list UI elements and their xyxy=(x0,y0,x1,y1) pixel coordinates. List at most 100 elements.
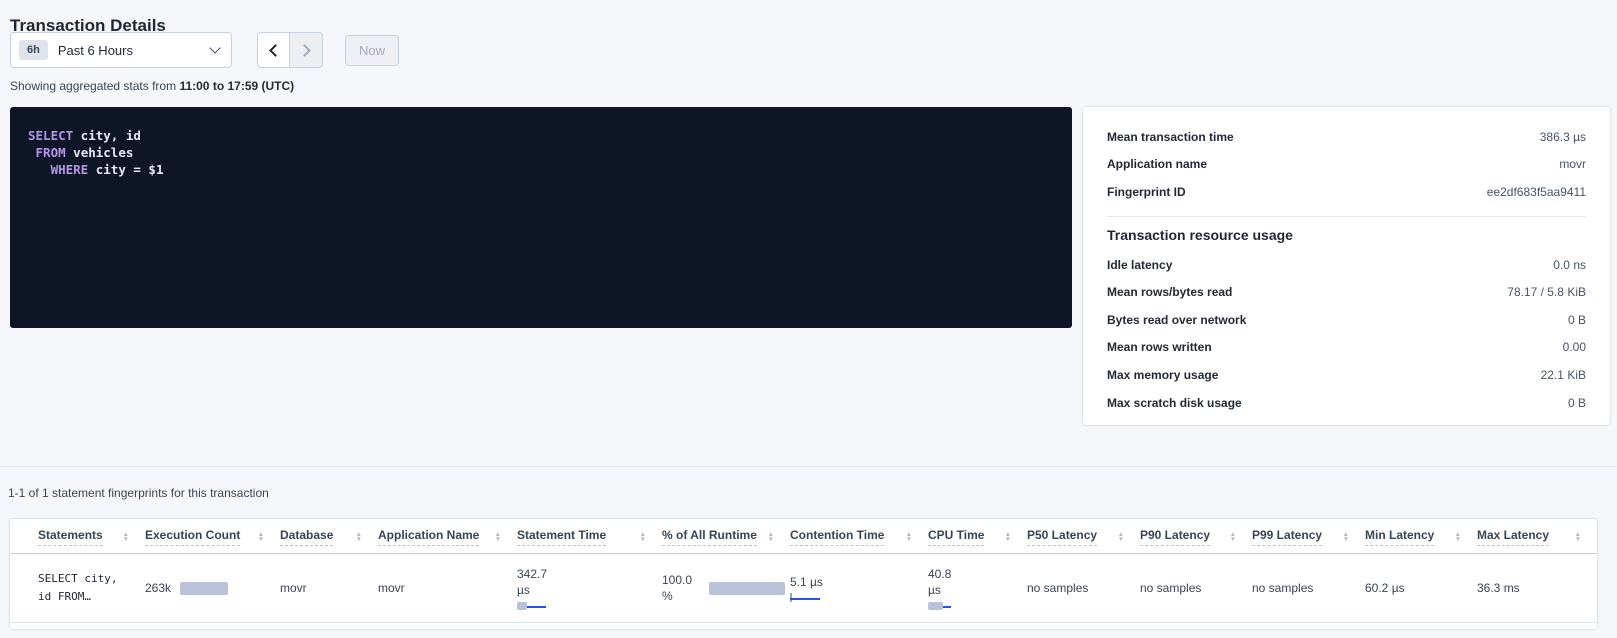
sort-icon[interactable]: ▲▼ xyxy=(1575,532,1581,542)
sort-icon[interactable]: ▲▼ xyxy=(906,532,912,542)
cpu-time-bar xyxy=(928,601,1027,610)
column-header-statements[interactable]: Statements xyxy=(38,528,103,546)
overview-label: Fingerprint ID xyxy=(1107,185,1186,199)
overview-value: ee2df683f5aa9411 xyxy=(1487,185,1586,199)
resource-label: Bytes read over network xyxy=(1107,313,1246,327)
resource-label: Idle latency xyxy=(1107,258,1172,272)
sql-text: vehicles xyxy=(66,145,134,160)
now-button[interactable]: Now xyxy=(345,35,399,66)
overview-row: Mean transaction time 386.3 µs xyxy=(1107,123,1586,151)
overview-label: Application name xyxy=(1107,157,1207,171)
time-picker: 6h Past 6 Hours Now xyxy=(10,32,399,68)
sort-icon[interactable]: ▲▼ xyxy=(1005,532,1011,542)
resource-value: 78.17 / 5.8 KiB xyxy=(1507,285,1586,299)
overview-row: Application name movr xyxy=(1107,151,1586,179)
sql-text: city, id xyxy=(73,128,141,143)
next-range-button[interactable] xyxy=(290,32,323,68)
resource-label: Max memory usage xyxy=(1107,368,1218,382)
time-range-label: Past 6 Hours xyxy=(58,43,211,58)
sort-icon[interactable]: ▲▼ xyxy=(123,532,129,542)
sql-keyword: SELECT xyxy=(28,128,73,143)
resource-row: Max scratch disk usage 0 B xyxy=(1107,389,1586,417)
resource-row: Mean rows written 0.00 xyxy=(1107,334,1586,362)
resource-row: Max memory usage 22.1 KiB xyxy=(1107,361,1586,389)
column-header-statement-time[interactable]: Statement Time xyxy=(517,528,606,546)
pct-runtime-value: 100.0 % xyxy=(662,572,700,604)
sort-icon[interactable]: ▲▼ xyxy=(1118,532,1124,542)
contention-time-value: 5.1 µs xyxy=(790,574,928,590)
max-latency-value: 36.3 ms xyxy=(1477,581,1520,595)
chevron-right-icon xyxy=(298,44,311,57)
column-header-p99-latency[interactable]: P99 Latency xyxy=(1252,528,1322,546)
aggregated-stats-caption: Showing aggregated stats from 11:00 to 1… xyxy=(10,79,294,93)
divider xyxy=(0,466,1617,467)
sort-icon[interactable]: ▲▼ xyxy=(1343,532,1349,542)
resource-row: Idle latency 0.0 ns xyxy=(1107,251,1586,279)
column-header-contention-time[interactable]: Contention Time xyxy=(790,528,884,546)
resource-label: Mean rows written xyxy=(1107,340,1212,354)
p90-latency-value: no samples xyxy=(1140,581,1201,595)
execution-count-bar xyxy=(180,582,228,595)
sql-keyword: FROM xyxy=(28,145,66,160)
execution-count-value: 263k xyxy=(145,581,171,595)
resource-value: 0.00 xyxy=(1563,340,1586,354)
overview-value: movr xyxy=(1559,157,1586,171)
p50-latency-value: no samples xyxy=(1027,581,1088,595)
statements-table: Statements ▲▼ Execution Count ▲▼ Database ▲… xyxy=(10,519,1597,623)
p99-latency-value: no samples xyxy=(1252,581,1313,595)
resource-row: Mean rows/bytes read 78.17 / 5.8 KiB xyxy=(1107,278,1586,306)
pct-runtime-bar xyxy=(709,582,785,595)
caption-range: 11:00 to 17:59 (UTC) xyxy=(179,79,294,93)
cpu-time-value: 40.8 µs xyxy=(928,566,966,598)
sql-fingerprint-box: SELECT city, id FROM vehicles WHERE city… xyxy=(10,107,1072,328)
divider xyxy=(1107,216,1586,217)
transaction-overview-panel: Mean transaction time 386.3 µs Applicati… xyxy=(1083,107,1610,425)
time-range-badge: 6h xyxy=(19,40,48,60)
overview-value: 386.3 µs xyxy=(1540,130,1586,144)
resource-value: 0 B xyxy=(1568,313,1586,327)
column-header-p50-latency[interactable]: P50 Latency xyxy=(1027,528,1097,546)
chevron-down-icon xyxy=(209,42,220,53)
resource-label: Max scratch disk usage xyxy=(1107,396,1242,410)
overview-label: Mean transaction time xyxy=(1107,130,1234,144)
resource-value: 0.0 ns xyxy=(1553,258,1586,272)
sort-icon[interactable]: ▲▼ xyxy=(495,532,501,542)
caption-prefix: Showing aggregated stats from xyxy=(10,79,176,93)
statement-time-bar xyxy=(517,601,662,610)
column-header-execution-count[interactable]: Execution Count xyxy=(145,528,240,546)
table-row: SELECT city, id FROM… 263k movr movr 342… xyxy=(10,554,1597,623)
min-latency-value: 60.2 µs xyxy=(1365,581,1405,595)
time-step-buttons xyxy=(257,32,323,68)
column-header-database[interactable]: Database xyxy=(280,528,333,546)
chevron-left-icon xyxy=(269,44,282,57)
column-header-p90-latency[interactable]: P90 Latency xyxy=(1140,528,1210,546)
sort-icon[interactable]: ▲▼ xyxy=(768,532,774,542)
contention-time-bar xyxy=(790,593,928,602)
sort-icon[interactable]: ▲▼ xyxy=(1455,532,1461,542)
overview-row: Fingerprint ID ee2df683f5aa9411 xyxy=(1107,178,1586,206)
previous-range-button[interactable] xyxy=(257,32,290,68)
statement-link[interactable]: SELECT city, id FROM… xyxy=(38,570,145,606)
column-header-max-latency[interactable]: Max Latency xyxy=(1477,528,1549,546)
application-name-value: movr xyxy=(378,581,405,595)
statements-table-card: Statements ▲▼ Execution Count ▲▼ Database ▲… xyxy=(10,519,1597,629)
statement-text-line2: id FROM… xyxy=(38,588,145,606)
time-range-dropdown[interactable]: 6h Past 6 Hours xyxy=(10,32,232,68)
table-header-row: Statements ▲▼ Execution Count ▲▼ Database ▲… xyxy=(10,519,1597,554)
column-header-application-name[interactable]: Application Name xyxy=(378,528,479,546)
sort-icon[interactable]: ▲▼ xyxy=(356,532,362,542)
resource-usage-heading: Transaction resource usage xyxy=(1107,227,1586,243)
resource-value: 22.1 KiB xyxy=(1541,368,1586,382)
column-header-min-latency[interactable]: Min Latency xyxy=(1365,528,1434,546)
sort-icon[interactable]: ▲▼ xyxy=(258,532,264,542)
database-value: movr xyxy=(280,581,307,595)
sql-keyword: WHERE xyxy=(28,162,88,177)
column-header-pct-runtime[interactable]: % of All Runtime xyxy=(662,528,757,546)
resource-label: Mean rows/bytes read xyxy=(1107,285,1232,299)
column-header-cpu-time[interactable]: CPU Time xyxy=(928,528,984,546)
sort-icon[interactable]: ▲▼ xyxy=(640,532,646,542)
sort-icon[interactable]: ▲▼ xyxy=(1230,532,1236,542)
statement-time-value: 342.7 µs xyxy=(517,566,563,598)
statement-text-line1: SELECT city, xyxy=(38,570,145,588)
resource-value: 0 B xyxy=(1568,396,1586,410)
